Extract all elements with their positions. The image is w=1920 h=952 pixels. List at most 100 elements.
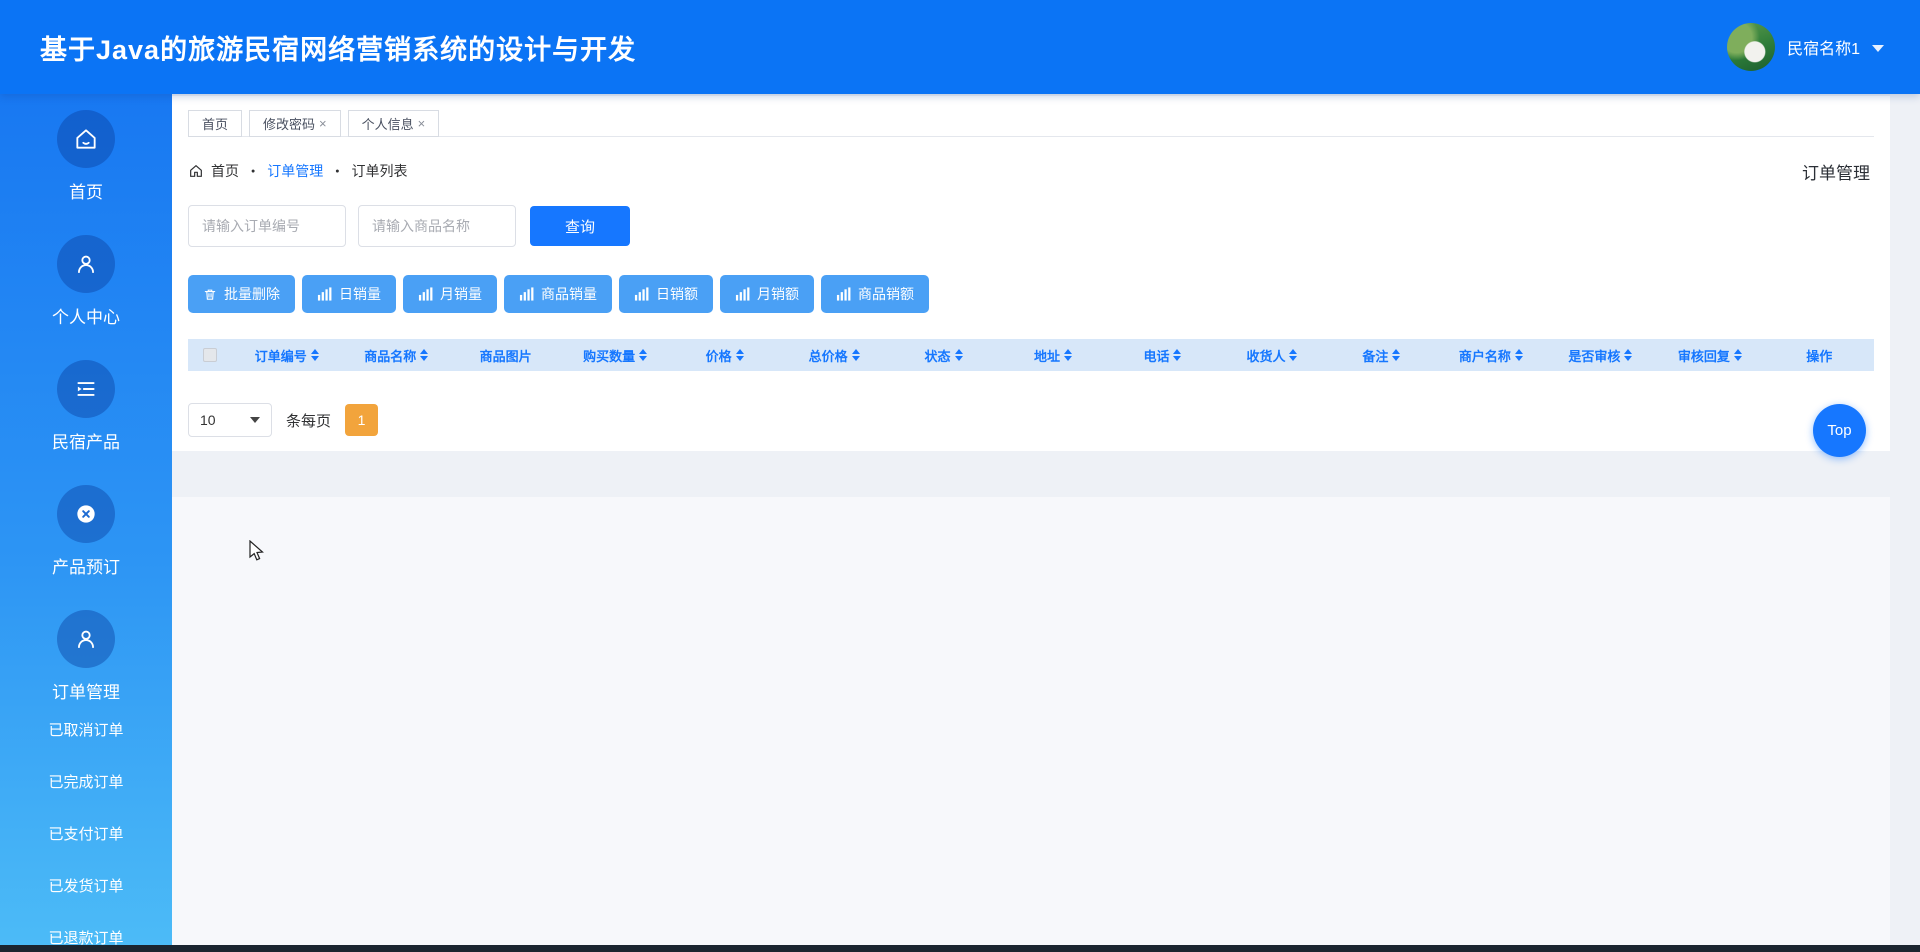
bar-chart-icon <box>634 287 649 301</box>
sort-icon[interactable] <box>1624 349 1633 361</box>
product-name-input[interactable] <box>358 205 516 247</box>
column-status[interactable]: 状态 <box>889 346 998 365</box>
close-icon[interactable]: × <box>319 116 327 131</box>
product-sales-amount-button[interactable]: 商品销额 <box>821 275 929 313</box>
close-icon[interactable]: × <box>418 116 426 131</box>
sidebar-subitem-paid-orders[interactable]: 已支付订单 <box>48 823 123 844</box>
breadcrumb: 首页 ● 订单管理 ● 订单列表 订单管理 <box>188 159 1874 183</box>
column-consignee[interactable]: 收货人 <box>1217 346 1326 365</box>
sidebar-item-label: 首页 <box>69 183 103 202</box>
sidebar-item-label: 个人中心 <box>52 308 120 327</box>
app-header: 基于Java的旅游民宿网络营销系统的设计与开发 民宿名称1 <box>0 0 1920 94</box>
column-operation: 操作 <box>1806 348 1833 364</box>
tab-change-password[interactable]: 修改密码 × <box>249 110 341 137</box>
per-page-label: 条每页 <box>286 412 332 430</box>
tab-personal-info[interactable]: 个人信息 × <box>347 110 440 137</box>
sidebar-subitem-completed-orders[interactable]: 已完成订单 <box>48 771 123 792</box>
chevron-down-icon <box>250 417 260 423</box>
breadcrumb-separator: ● <box>335 167 340 175</box>
sort-icon[interactable] <box>420 349 429 361</box>
sidebar-subitem-cancelled-orders[interactable]: 已取消订单 <box>48 719 123 740</box>
sort-icon[interactable] <box>1733 349 1742 361</box>
main-content: 首页 修改密码 × 个人信息 × 首页 ● 订单管理 ● 订单列表 订单管理 请… <box>172 94 1920 945</box>
sidebar-item-label: 产品预订 <box>52 558 120 577</box>
product-sales-volume-button[interactable]: 商品销量 <box>504 275 612 313</box>
column-audit-reply[interactable]: 审核回复 <box>1655 346 1764 365</box>
product-list-icon <box>57 360 115 418</box>
table-header-row: 订单编号 商品名称 商品图片 购买数量 价格 总价格 状态 地址 电话 收货人 … <box>188 339 1874 371</box>
sort-icon[interactable] <box>639 349 648 361</box>
chevron-down-icon <box>1872 45 1884 52</box>
bar-chart-icon <box>317 287 332 301</box>
pagination: 10 条每页 1 <box>188 403 1874 437</box>
tab-bar: 首页 修改密码 × 个人信息 × <box>188 110 1874 137</box>
sidebar-subitem-shipped-orders[interactable]: 已发货订单 <box>48 875 123 896</box>
sidebar-item-profile[interactable]: 个人中心 <box>52 235 120 328</box>
breadcrumb-page: 订单列表 <box>351 163 408 179</box>
monthly-sales-amount-button[interactable]: 月销额 <box>720 275 814 313</box>
sort-icon[interactable] <box>1392 349 1401 361</box>
sort-icon[interactable] <box>954 349 963 361</box>
sort-icon[interactable] <box>1514 349 1523 361</box>
page-size-value: 10 <box>200 412 216 428</box>
column-quantity[interactable]: 购买数量 <box>560 346 669 365</box>
query-button[interactable]: 查询 <box>530 206 630 246</box>
breadcrumb-home[interactable]: 首页 <box>211 161 239 181</box>
person-icon <box>57 235 115 293</box>
page-button-1[interactable]: 1 <box>345 404 379 436</box>
page-size-select[interactable]: 10 <box>188 403 272 437</box>
booking-icon <box>57 485 115 543</box>
column-phone[interactable]: 电话 <box>1108 346 1217 365</box>
back-to-top-button[interactable]: Top <box>1813 404 1866 457</box>
user-menu[interactable]: 民宿名称1 <box>1727 23 1884 71</box>
content-card: 首页 修改密码 × 个人信息 × 首页 ● 订单管理 ● 订单列表 订单管理 请… <box>172 96 1890 451</box>
bottom-bar <box>0 945 1920 952</box>
sidebar-item-orders[interactable]: 订单管理 <box>52 610 120 703</box>
sidebar-item-label: 订单管理 <box>52 683 120 702</box>
sidebar-item-booking[interactable]: 产品预订 <box>52 485 120 578</box>
column-price[interactable]: 价格 <box>670 346 779 365</box>
sidebar-item-products[interactable]: 民宿产品 <box>52 360 120 453</box>
sort-icon[interactable] <box>851 349 860 361</box>
tab-label: 修改密码 <box>263 117 316 132</box>
column-order-number[interactable]: 订单编号 <box>232 346 341 365</box>
sort-icon[interactable] <box>1173 349 1182 361</box>
sidebar-item-label: 民宿产品 <box>52 433 120 452</box>
home-icon <box>57 110 115 168</box>
column-audit-status[interactable]: 是否审核 <box>1546 346 1655 365</box>
breadcrumb-section[interactable]: 订单管理 <box>267 161 323 181</box>
empty-content-panel <box>172 497 1890 945</box>
daily-sales-amount-button[interactable]: 日销额 <box>619 275 713 313</box>
sort-icon[interactable] <box>735 349 744 361</box>
monthly-sales-volume-button[interactable]: 月销量 <box>403 275 497 313</box>
column-product-name[interactable]: 商品名称 <box>341 346 450 365</box>
trash-icon <box>203 287 217 302</box>
tab-home[interactable]: 首页 <box>188 110 243 137</box>
home-outline-icon <box>188 163 204 179</box>
column-address[interactable]: 地址 <box>998 346 1107 365</box>
user-name: 民宿名称1 <box>1787 41 1860 58</box>
avatar[interactable] <box>1727 23 1776 71</box>
batch-delete-button[interactable]: 批量删除 <box>188 275 295 313</box>
bar-chart-icon <box>519 287 534 301</box>
sort-icon[interactable] <box>310 349 319 361</box>
daily-sales-volume-button[interactable]: 日销量 <box>302 275 396 313</box>
bar-chart-icon <box>735 287 750 301</box>
select-all-checkbox[interactable] <box>203 348 217 362</box>
sidebar-item-home[interactable]: 首页 <box>57 110 115 203</box>
action-buttons: 批量删除 日销量 月销量 商品销量 日销额 月销额 商品销额 <box>188 275 1874 313</box>
sort-icon[interactable] <box>1289 349 1298 361</box>
page-body: 首页 个人中心 民宿产品 产品预订 订单管理 已取消订单 已完成订单 已支付订单… <box>0 94 1920 947</box>
app-title: 基于Java的旅游民宿网络营销系统的设计与开发 <box>40 34 637 65</box>
bar-chart-icon <box>418 287 433 301</box>
sort-icon[interactable] <box>1064 349 1073 361</box>
sidebar: 首页 个人中心 民宿产品 产品预订 订单管理 已取消订单 已完成订单 已支付订单… <box>0 94 172 947</box>
tab-label: 个人信息 <box>361 117 414 132</box>
column-total-price[interactable]: 总价格 <box>779 346 888 365</box>
orders-icon <box>57 610 115 668</box>
order-number-input[interactable] <box>188 205 346 247</box>
page-title: 订单管理 <box>1802 163 1870 183</box>
column-remark[interactable]: 备注 <box>1327 346 1436 365</box>
tab-label: 首页 <box>202 117 229 132</box>
column-merchant-name[interactable]: 商户名称 <box>1436 346 1545 365</box>
